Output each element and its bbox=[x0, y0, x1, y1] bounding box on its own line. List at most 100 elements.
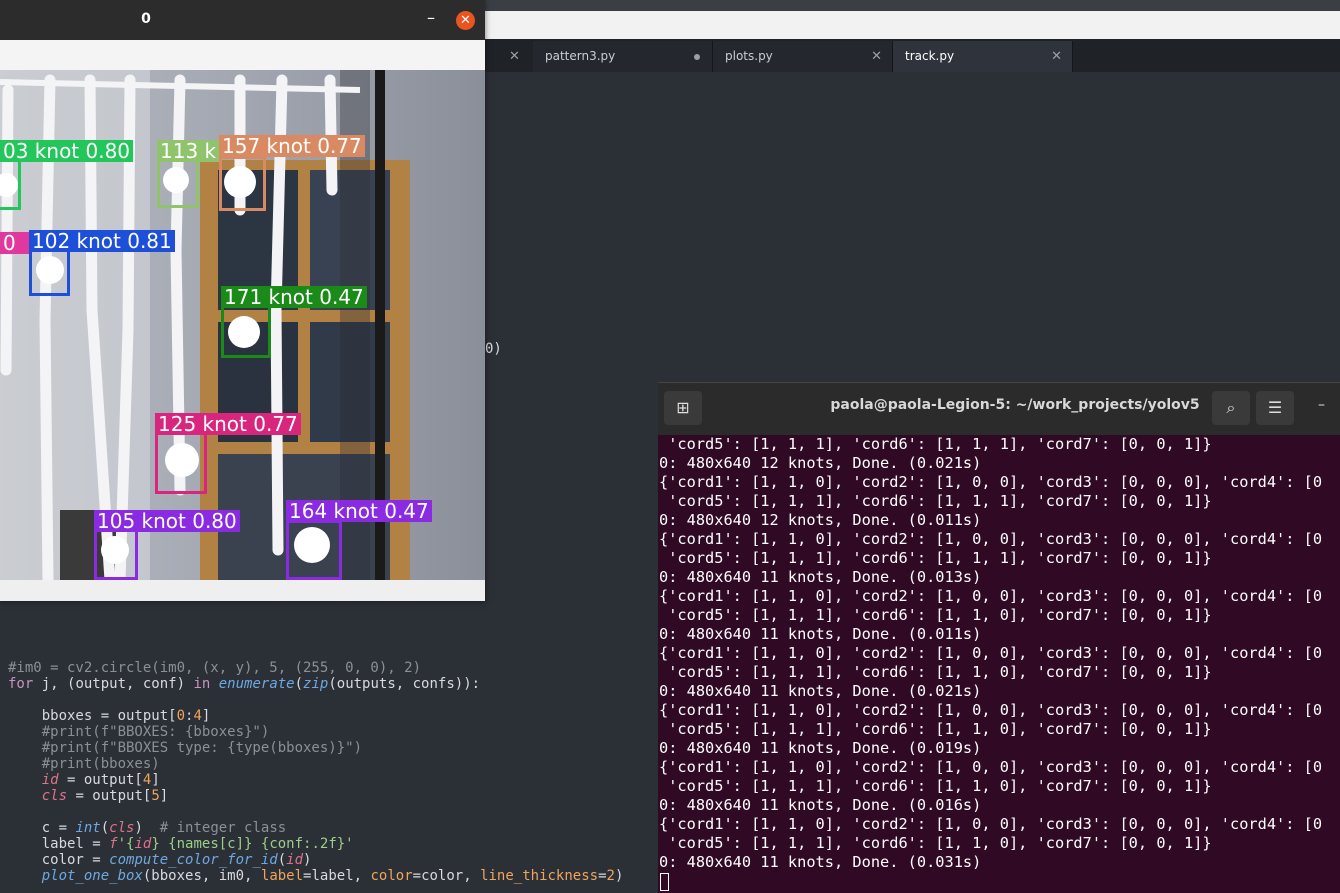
minimize-icon[interactable]: – bbox=[422, 8, 440, 27]
image-window: 0 – ✕ 03 knot 0.80 113 k 157 knot 0.77 0… bbox=[0, 0, 485, 601]
detection-label: 171 knot 0.47 bbox=[221, 286, 367, 308]
detection-label: 164 knot 0.47 bbox=[286, 500, 432, 522]
detection-label: 125 knot 0.77 bbox=[155, 413, 301, 435]
code-token: ] bbox=[151, 772, 160, 788]
terminal-line: 0: 480x640 11 knots, Done. (0.021s) bbox=[659, 682, 982, 700]
detection-box bbox=[221, 303, 271, 358]
detection-box bbox=[29, 248, 70, 296]
new-tab-icon[interactable]: ⊞ bbox=[664, 391, 702, 425]
code-token: = bbox=[598, 868, 607, 884]
terminal-cursor bbox=[660, 873, 669, 891]
tab-track[interactable]: track.py ✕ bbox=[893, 41, 1073, 72]
detection-box bbox=[155, 432, 207, 494]
code-line[interactable]: bboxes = output[0:4] bbox=[8, 708, 211, 724]
code-line[interactable]: #print(f"BBOXES: {bboxes}") bbox=[8, 724, 270, 740]
terminal-line: 0: 480x640 11 knots, Done. (0.016s) bbox=[659, 796, 982, 814]
menu-icon[interactable]: ☰ bbox=[1256, 391, 1294, 425]
code-line[interactable]: #print(bboxes) bbox=[8, 756, 160, 772]
tab-label: plots.py bbox=[725, 49, 773, 63]
code-token: line_thickness bbox=[480, 868, 599, 884]
code-token: ) bbox=[303, 852, 312, 868]
terminal-line: 'cord5': [1, 1, 1], 'cord6': [1, 1, 0], … bbox=[659, 720, 1212, 738]
terminal-line: {'cord1': [1, 1, 0], 'cord2': [1, 0, 0],… bbox=[659, 644, 1323, 662]
code-line[interactable]: cls = output[5] bbox=[8, 788, 168, 804]
code-token: (outputs, confs)): bbox=[328, 676, 481, 692]
code-token: ( bbox=[294, 676, 304, 692]
code-token: c = bbox=[8, 820, 76, 836]
code-token: ) bbox=[134, 820, 160, 836]
code-line[interactable]: for j, (output, conf) in enumerate(zip(o… bbox=[8, 676, 480, 692]
code-token: in bbox=[193, 676, 211, 692]
code-line[interactable]: #im0 = cv2.circle(im0, (x, y), 5, (255, … bbox=[8, 660, 421, 676]
code-line[interactable]: color = compute_color_for_id(id) bbox=[8, 852, 312, 868]
code-token: plot_one_box bbox=[41, 868, 143, 884]
code-line[interactable]: id = output[4] bbox=[8, 772, 160, 788]
code-token: ) bbox=[614, 868, 624, 884]
modified-dot-icon bbox=[694, 54, 700, 60]
code-token: id bbox=[134, 836, 152, 852]
terminal-line: {'cord1': [1, 1, 0], 'cord2': [1, 0, 0],… bbox=[659, 530, 1323, 548]
code-token: bboxes = output[ bbox=[8, 708, 177, 724]
code-token: id bbox=[41, 772, 59, 788]
code-fragment: 0) bbox=[485, 341, 502, 357]
code-token: ( bbox=[277, 852, 287, 868]
terminal-line: 'cord5': [1, 1, 1], 'cord6': [1, 1, 1], … bbox=[659, 435, 1212, 453]
terminal-line: 0: 480x640 11 knots, Done. (0.031s) bbox=[659, 853, 982, 871]
code-area[interactable]: #im0 = cv2.circle(im0, (x, y), 5, (255, … bbox=[0, 600, 660, 893]
close-icon[interactable]: ✕ bbox=[1051, 41, 1062, 72]
code-token: #im0 = cv2.circle(im0, (x, y), 5, (255, … bbox=[8, 660, 422, 676]
code-line[interactable]: c = int(cls) # integer class bbox=[8, 820, 287, 836]
close-icon[interactable]: ✕ bbox=[456, 11, 475, 30]
image-window-title: 0 bbox=[141, 11, 151, 27]
detection-label: 157 knot 0.77 bbox=[219, 135, 365, 157]
code-token: '{ bbox=[117, 836, 135, 852]
tab-pattern3[interactable]: pattern3.py bbox=[533, 41, 713, 72]
detection-label: 102 knot 0.81 bbox=[29, 230, 175, 252]
minimize-icon[interactable]: – bbox=[1318, 397, 1325, 413]
code-token: 4 bbox=[193, 708, 202, 724]
terminal-line: 0: 480x640 12 knots, Done. (0.021s) bbox=[659, 454, 982, 472]
code-token: int bbox=[75, 820, 101, 836]
code-line[interactable]: plot_one_box(bboxes, im0, label=label, c… bbox=[8, 868, 624, 884]
terminal-line: 'cord5': [1, 1, 1], 'cord6': [1, 1, 0], … bbox=[659, 834, 1212, 852]
camera-frame: 03 knot 0.80 113 k 157 knot 0.77 0 102 k… bbox=[0, 70, 485, 580]
detection-box bbox=[157, 158, 199, 208]
code-token: cls bbox=[41, 788, 68, 804]
terminal-line: {'cord1': [1, 1, 0], 'cord2': [1, 0, 0],… bbox=[659, 758, 1323, 776]
terminal-line: 'cord5': [1, 1, 1], 'cord6': [1, 1, 1], … bbox=[659, 492, 1212, 510]
code-line[interactable]: #print(f"BBOXES type: {type(bboxes)}") bbox=[8, 740, 362, 756]
code-token: enumerate bbox=[218, 676, 295, 692]
code-token: #print(f"BBOXES type: {type(bboxes)}") bbox=[8, 740, 363, 756]
detection-box bbox=[0, 158, 21, 210]
terminal-line: 0: 480x640 11 knots, Done. (0.013s) bbox=[659, 568, 982, 586]
search-icon[interactable]: ⌕ bbox=[1212, 391, 1250, 425]
code-token: = output[ bbox=[58, 772, 143, 788]
code-token: 0 bbox=[176, 708, 186, 724]
code-token: ] bbox=[159, 788, 169, 804]
code-line[interactable]: label = f'{id} {names[c]} {conf:.2f}' bbox=[8, 836, 354, 852]
terminal-line: {'cord1': [1, 1, 0], 'cord2': [1, 0, 0],… bbox=[659, 815, 1323, 833]
code-token: cls bbox=[109, 820, 135, 836]
code-token: 2 bbox=[606, 868, 615, 884]
detection-label: 03 knot 0.80 bbox=[0, 140, 134, 162]
terminal-line: 0: 480x640 11 knots, Done. (0.011s) bbox=[659, 625, 982, 643]
close-icon[interactable]: ✕ bbox=[509, 49, 520, 64]
image-statusbar bbox=[0, 580, 485, 601]
code-token: f bbox=[109, 836, 118, 852]
close-icon[interactable]: ✕ bbox=[871, 41, 882, 72]
code-token: } {names[c]} {conf:.2f}' bbox=[151, 836, 354, 852]
code-token: 5 bbox=[151, 788, 160, 804]
tab-plots[interactable]: plots.py ✕ bbox=[713, 41, 893, 72]
code-token: #print(f"BBOXES: {bboxes}") bbox=[8, 724, 270, 740]
code-token: for bbox=[8, 676, 34, 692]
code-token: zip bbox=[303, 676, 329, 692]
terminal-line: 0: 480x640 11 knots, Done. (0.019s) bbox=[659, 739, 982, 757]
code-token: id bbox=[286, 852, 304, 868]
code-token: #print(bboxes) bbox=[8, 756, 160, 772]
code-token: j, (output, conf) bbox=[33, 676, 194, 692]
code-token: label bbox=[260, 868, 304, 884]
detection-box bbox=[94, 528, 138, 580]
